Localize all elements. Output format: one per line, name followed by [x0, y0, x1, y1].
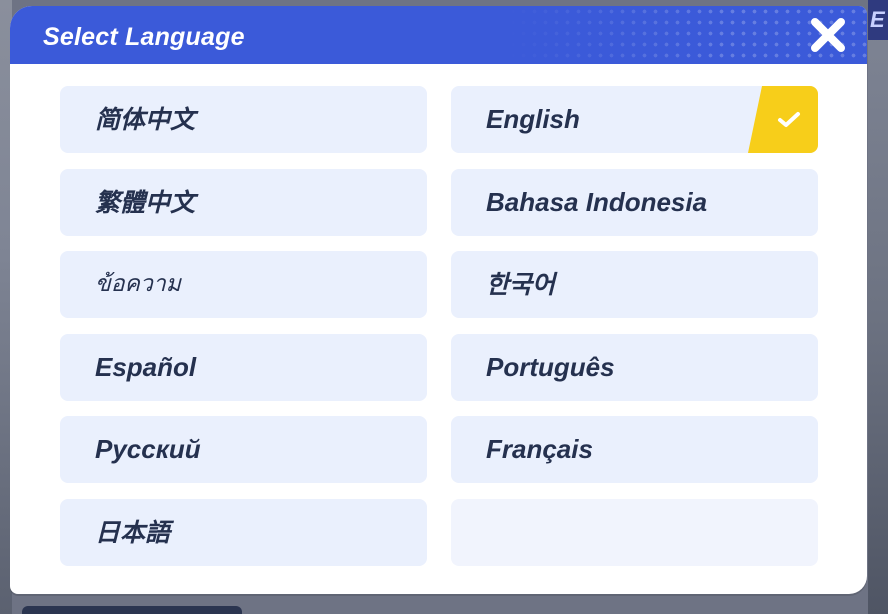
dialog-header: Select Language — [10, 6, 867, 64]
background-right-panel — [868, 0, 888, 614]
language-option-english[interactable]: English — [451, 86, 818, 153]
dialog-title: Select Language — [43, 23, 245, 51]
language-label: Bahasa Indonesia — [486, 186, 708, 217]
background-right-chip: E — [868, 0, 888, 40]
language-grid: 简体中文 English 繁體中文 Bahasa Indonesia ข้อคว… — [60, 86, 818, 566]
language-label: 한국어 — [486, 270, 556, 299]
select-language-dialog: Select Language 简体中文 English 繁體中文 Bahasa… — [10, 6, 867, 594]
language-option-japanese[interactable]: 日本語 — [60, 498, 427, 566]
language-option-russian[interactable]: Русский — [60, 416, 427, 483]
language-option-thai[interactable]: ข้อความ — [60, 251, 427, 318]
language-option-simplified-chinese[interactable]: 简体中文 — [60, 86, 427, 153]
empty-language-slot — [451, 498, 818, 566]
language-option-bahasa-indonesia[interactable]: Bahasa Indonesia — [451, 168, 818, 236]
check-icon — [778, 112, 800, 127]
language-label: English — [486, 104, 580, 134]
language-label: Русский — [95, 434, 201, 464]
language-option-spanish[interactable]: Español — [60, 333, 427, 401]
language-option-traditional-chinese[interactable]: 繁體中文 — [60, 168, 427, 236]
language-option-portuguese[interactable]: Português — [451, 333, 818, 401]
language-option-french[interactable]: Français — [451, 416, 818, 483]
language-label: ข้อความ — [95, 271, 181, 297]
close-button[interactable] — [807, 14, 849, 56]
language-label: Español — [95, 351, 197, 382]
language-label: Português — [486, 351, 615, 382]
language-option-korean[interactable]: 한국어 — [451, 251, 818, 318]
language-label: 简体中文 — [95, 105, 196, 134]
close-icon — [811, 18, 845, 52]
background-bottom-bar — [22, 606, 242, 614]
language-label: 繁體中文 — [95, 187, 196, 217]
language-label: Français — [486, 434, 593, 464]
language-label: 日本語 — [95, 517, 171, 547]
